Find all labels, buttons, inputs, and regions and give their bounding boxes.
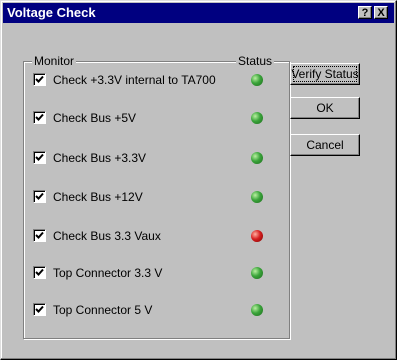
status-column-label: Status [236,54,275,68]
monitor-group-label: Monitor [32,54,77,68]
status-ok-indicator-icon [251,191,263,203]
window-title: Voltage Check [7,5,96,20]
monitor-label: Check Bus 3.3 Vaux [53,229,161,243]
status-ok-indicator-icon [251,112,263,124]
checkbox-top-5v[interactable] [33,303,46,316]
status-ok-indicator-icon [251,74,263,86]
checkmark-icon [35,231,44,239]
verify-status-button[interactable]: Verify Status [290,63,360,85]
checkmark-icon [35,192,44,200]
monitor-row-bus-5v: Check Bus +5V [33,110,283,126]
monitor-row-3v3-internal: Check +3.3V internal to TA700 [33,72,283,88]
voltage-check-dialog: Voltage Check ? X Monitor Status Check +… [0,0,397,360]
checkbox-bus-5v[interactable] [33,111,46,124]
checkbox-bus-3v3[interactable] [33,151,46,164]
monitor-label: Check Bus +3.3V [53,151,147,165]
monitor-row-bus-3v3: Check Bus +3.3V [33,150,283,166]
cancel-button[interactable]: Cancel [290,134,360,156]
close-button[interactable]: X [374,6,388,19]
monitor-row-bus-3v3-vaux: Check Bus 3.3 Vaux [33,228,283,244]
monitor-row-bus-12v: Check Bus +12V [33,189,283,205]
checkmark-icon [35,305,44,313]
checkbox-bus-12v[interactable] [33,190,46,203]
checkmark-icon [35,153,44,161]
checkmark-icon [35,268,44,276]
monitor-row-top-5v: Top Connector 5 V [33,302,283,318]
monitor-label: Check Bus +5V [53,111,137,125]
checkbox-bus-3v3-vaux[interactable] [33,229,46,242]
monitor-label: Check Bus +12V [53,190,143,204]
ok-button[interactable]: OK [290,97,360,119]
monitor-row-top-3v3: Top Connector 3.3 V [33,265,283,281]
status-ok-indicator-icon [251,304,263,316]
checkmark-icon [35,75,44,83]
help-button[interactable]: ? [358,6,372,19]
status-ok-indicator-icon [251,152,263,164]
monitor-label: Top Connector 3.3 V [53,266,163,280]
status-ok-indicator-icon [251,267,263,279]
checkbox-3v3-internal[interactable] [33,73,46,86]
monitor-label: Check +3.3V internal to TA700 [53,73,216,87]
checkbox-top-3v3[interactable] [33,266,46,279]
checkmark-icon [35,113,44,121]
title-bar[interactable]: Voltage Check ? X [3,3,394,23]
monitor-label: Top Connector 5 V [53,303,153,317]
status-fail-indicator-icon [251,230,263,242]
